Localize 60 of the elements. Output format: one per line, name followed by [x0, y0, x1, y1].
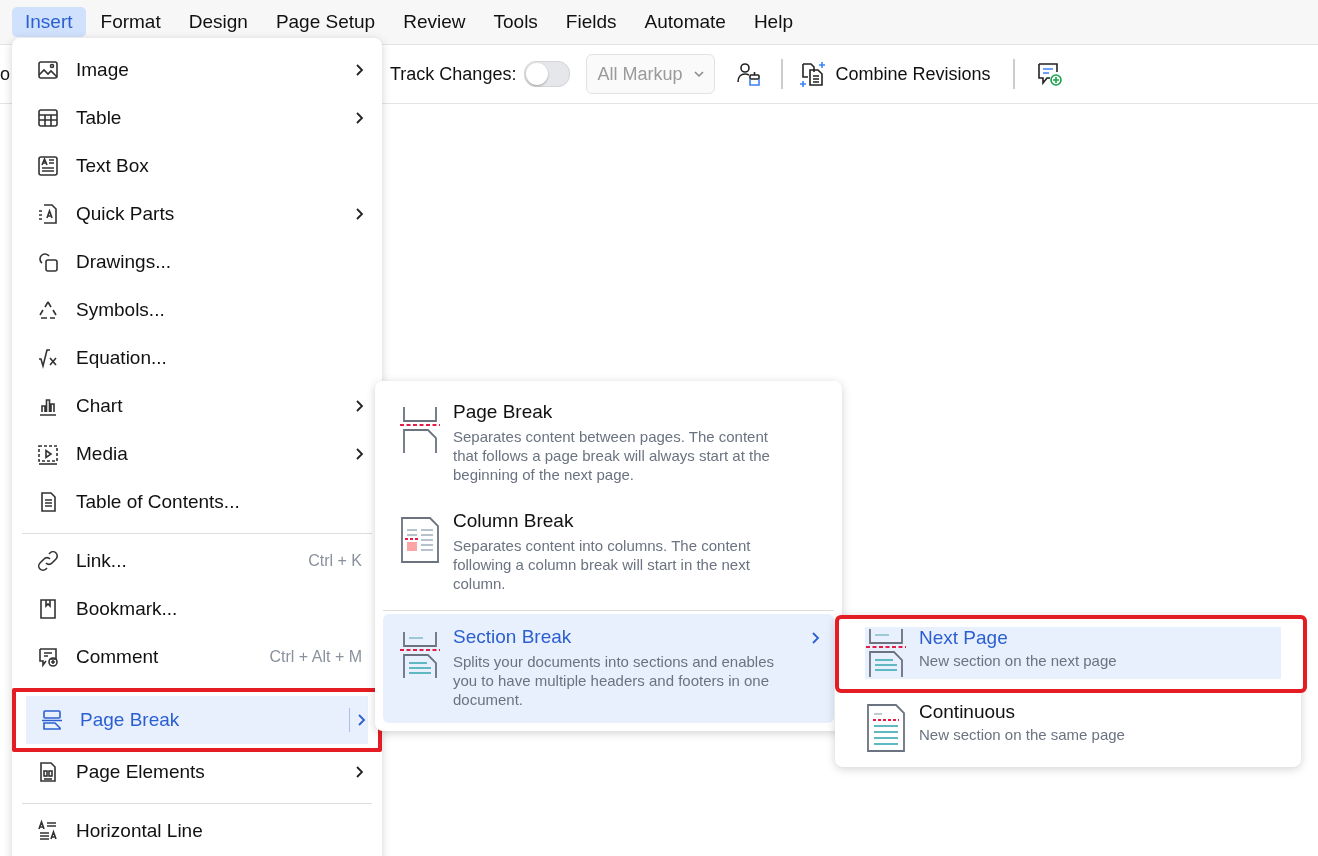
toolbar-label: o	[0, 63, 10, 85]
track-changes-label: Track Changes:	[390, 63, 517, 85]
menu-tab[interactable]: Automate	[631, 7, 739, 37]
menu-item[interactable]: Equation...	[22, 334, 372, 382]
menu-item[interactable]: Link... Ctrl + K	[22, 537, 372, 585]
menu-item[interactable]: Comment Ctrl + Alt + M	[22, 633, 372, 681]
menu-item-icon	[36, 645, 60, 669]
submenu-item-title: Page Break	[453, 401, 554, 423]
menu-item[interactable]: Horizontal Line	[22, 807, 372, 855]
submenu-item-title: Column Break	[453, 510, 575, 532]
menu-item-icon	[36, 106, 60, 130]
submenu-item[interactable]: Next Page New section on the next page	[835, 615, 1307, 693]
menu-item-icon	[36, 202, 60, 226]
menu-item[interactable]: Drawings...	[22, 238, 372, 286]
menu-tab[interactable]: Tools	[480, 7, 551, 37]
menu-item[interactable]: Bookmark...	[22, 585, 372, 633]
track-changes-toggle[interactable]	[524, 61, 571, 87]
menu-tab[interactable]: Fields	[552, 7, 630, 37]
menu-item[interactable]: Media	[22, 430, 372, 478]
shortcut-text: Ctrl + Alt + M	[269, 648, 362, 666]
submenu-item-description: Splits your documents into sections and enables you to have multiple headers and footers in one document.	[453, 652, 776, 709]
menu-item-icon	[36, 250, 60, 274]
menu-item[interactable]: Image	[22, 46, 372, 94]
submenu-item-description: New section on the next page	[919, 651, 1117, 670]
submenu-item-description: Separates content between pages. The content that follows a page break will always start at the beginning of the next page.	[453, 427, 771, 484]
menu-tab[interactable]: Format	[87, 7, 174, 37]
menu-tab[interactable]: Page Setup	[262, 7, 389, 37]
section-page-icon	[865, 703, 907, 753]
submenu-item[interactable]: Page Break Separates content between pages. The content that follows a page break will always start at the beginning of the next page.	[383, 389, 834, 498]
menu-item[interactable]: Text Box	[22, 142, 372, 190]
submenu-item[interactable]: Column Break Separates content into columns. The content following a column break will start in the next column.	[383, 498, 834, 607]
menu-item[interactable]: Page Break	[12, 688, 382, 752]
menu-tab[interactable]: Help	[740, 7, 806, 37]
submenu-item-title: Next Page	[919, 627, 1009, 649]
submenu-item-title: Continuous	[919, 701, 1017, 723]
menu-item-icon	[36, 819, 60, 843]
menu-item-icon	[36, 442, 60, 466]
menu-item[interactable]: Table of Contents...	[22, 478, 372, 526]
submenu-item-description: New section on the same page	[919, 725, 1125, 744]
section-page-icon	[865, 629, 907, 679]
menu-item[interactable]: Chart	[22, 382, 372, 430]
menu-tab[interactable]: Design	[175, 7, 261, 37]
menu-item[interactable]: Table	[22, 94, 372, 142]
menu-item-icon	[36, 58, 60, 82]
menu-tab[interactable]: Review	[390, 7, 479, 37]
menu-tab[interactable]: Insert	[12, 7, 86, 37]
submenu-item-description: Separates content into columns. The content following a column break will start in the next column.	[453, 536, 752, 593]
menu-item-icon	[36, 346, 60, 370]
menu-item[interactable]: Symbols...	[22, 286, 372, 334]
menu-item-icon	[40, 708, 64, 732]
shortcut-text: Ctrl + K	[308, 552, 362, 570]
submenu-item[interactable]: Continuous New section on the same page	[843, 697, 1293, 759]
menu-item-icon	[36, 549, 60, 573]
combine-revisions-button[interactable]: Combine Revisions	[795, 60, 995, 88]
documents-merge-icon	[799, 60, 828, 88]
menu-item[interactable]: Quick Parts	[22, 190, 372, 238]
menu-item-icon	[36, 154, 60, 178]
submenu-item-title: Section Break	[453, 626, 573, 648]
page-break-icon	[399, 514, 441, 566]
submenu-item[interactable]: Section Break Splits your documents into sections and enables you to have multiple headers and footers in one document.	[383, 614, 834, 723]
